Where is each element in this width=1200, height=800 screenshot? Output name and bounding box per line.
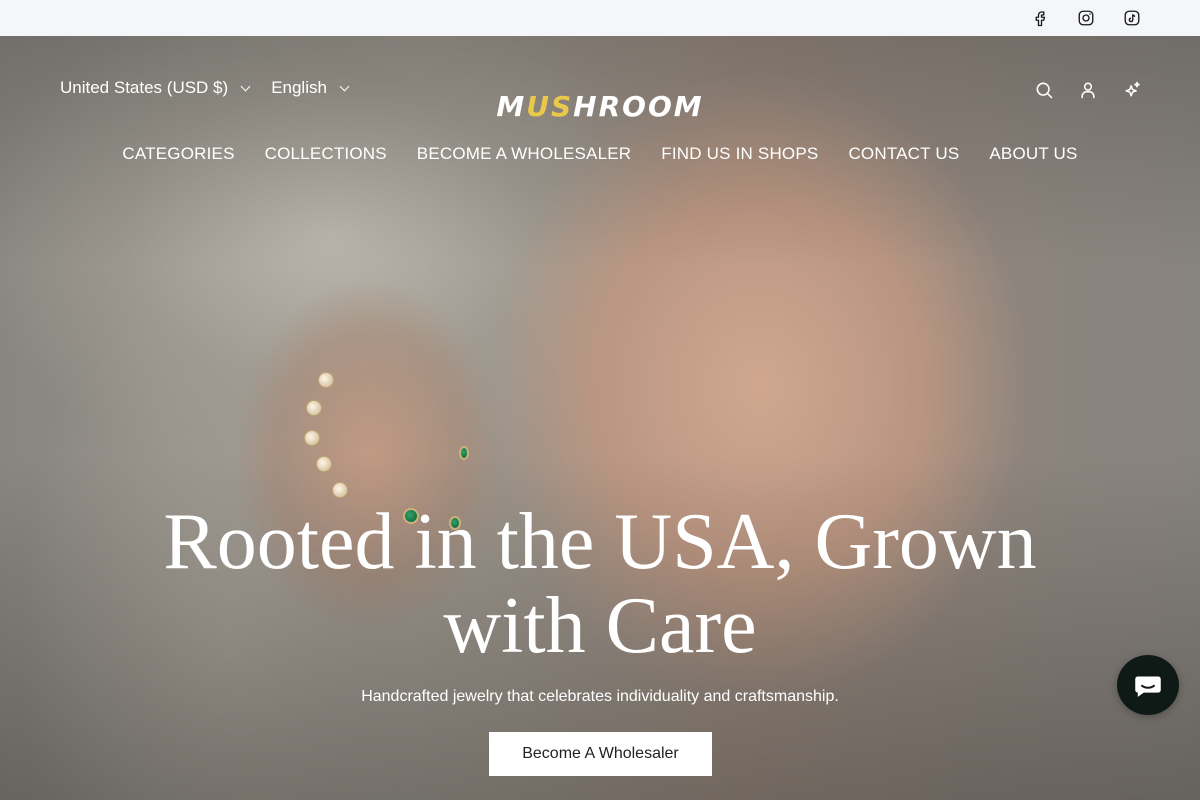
logo-text-end: HROOM (573, 90, 704, 123)
earring-stud-decoration (459, 446, 469, 460)
main-navigation: CATEGORIES COLLECTIONS BECOME A WHOLESAL… (0, 144, 1200, 164)
language-selector-label: English (271, 78, 327, 97)
locale-selectors: United States (USD $) English (60, 78, 370, 98)
sparkle-icon[interactable] (1122, 80, 1142, 100)
country-selector-label: United States (USD $) (60, 78, 229, 97)
facebook-icon[interactable] (1030, 8, 1050, 28)
hero-headline: Rooted in the USA, Grown with Care (163, 498, 1037, 670)
logo-text-accent: US (526, 90, 574, 123)
nav-item-find-us-in-shops[interactable]: FIND US IN SHOPS (661, 144, 818, 164)
country-selector[interactable]: United States (USD $) (60, 78, 251, 98)
earring-cuff-decoration (306, 400, 322, 416)
hero-subheadline: Handcrafted jewelry that celebrates indi… (361, 688, 839, 705)
search-icon[interactable] (1034, 80, 1054, 100)
instagram-icon[interactable] (1076, 8, 1096, 28)
earring-cuff-decoration (318, 372, 334, 388)
nav-item-about-us[interactable]: ABOUT US (989, 144, 1077, 164)
account-icon[interactable] (1078, 80, 1098, 100)
nav-item-become-a-wholesaler[interactable]: BECOME A WHOLESALER (417, 144, 631, 164)
chevron-down-icon (339, 81, 350, 91)
chat-icon (1135, 676, 1161, 697)
nav-item-categories[interactable]: CATEGORIES (122, 144, 234, 164)
header-icons (1034, 80, 1142, 100)
brand-logo[interactable]: MUSHROOM (496, 90, 703, 123)
earring-cuff-decoration (304, 430, 320, 446)
language-selector[interactable]: English (271, 78, 350, 98)
chevron-down-icon (240, 81, 251, 91)
hero-banner: United States (USD $) English MUSHROOM C… (0, 36, 1200, 800)
logo-text-start: M (496, 90, 527, 123)
nav-item-contact-us[interactable]: CONTACT US (848, 144, 959, 164)
nav-item-collections[interactable]: COLLECTIONS (265, 144, 387, 164)
become-wholesaler-button[interactable]: Become A Wholesaler (489, 732, 712, 776)
earring-cuff-decoration (332, 482, 348, 498)
tiktok-icon[interactable] (1122, 8, 1142, 28)
earring-cuff-decoration (316, 456, 332, 472)
social-bar (0, 0, 1200, 36)
chat-button[interactable] (1117, 655, 1179, 715)
